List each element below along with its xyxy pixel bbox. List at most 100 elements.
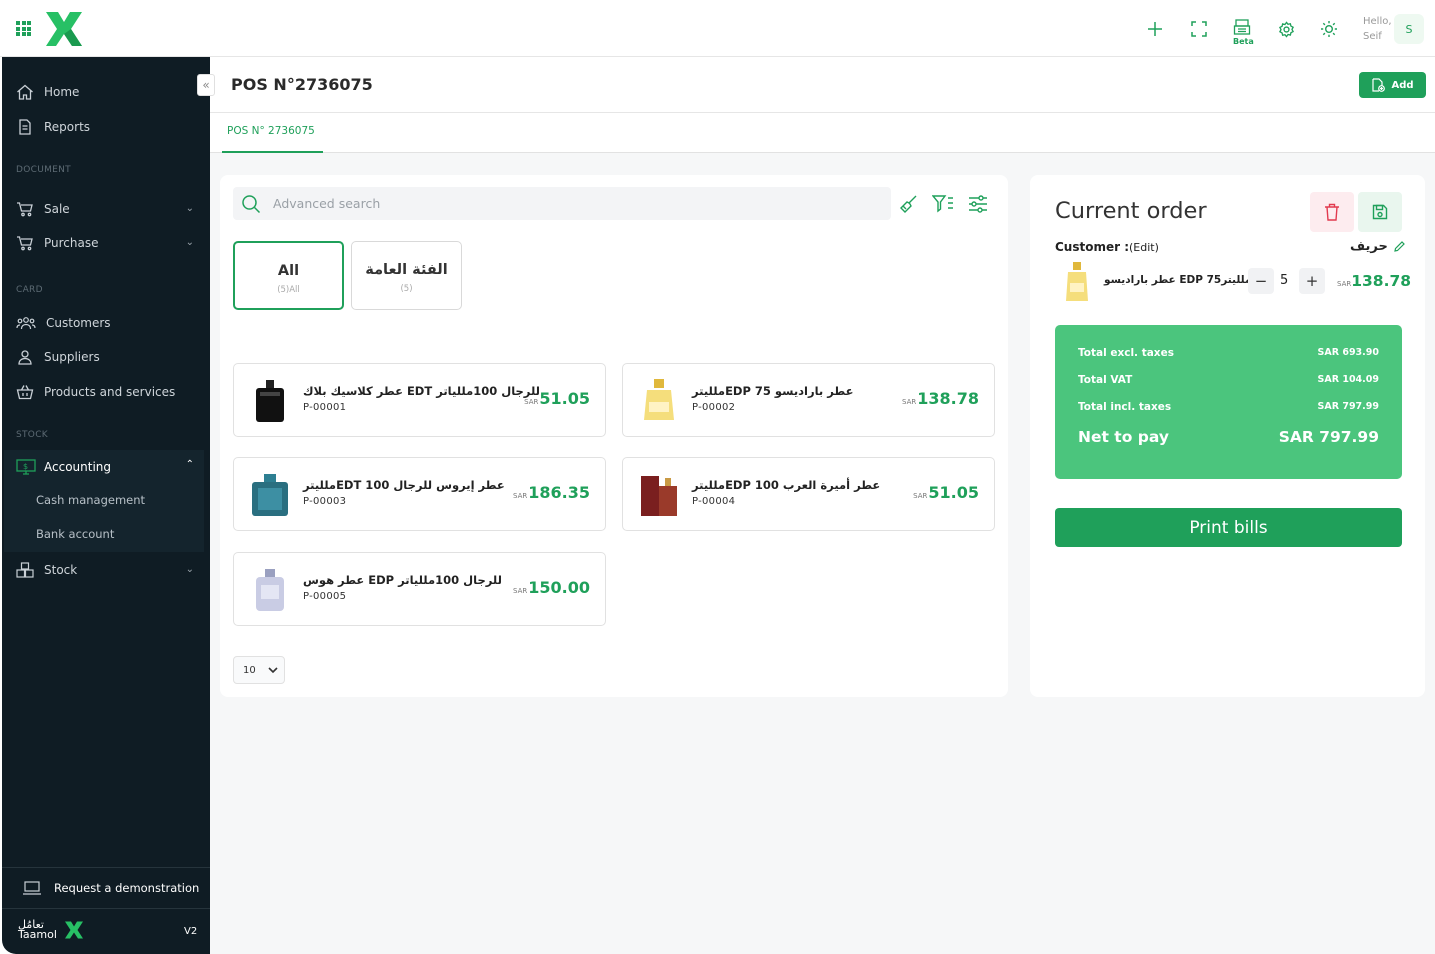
sidebar-item-label: Suppliers [44, 350, 100, 364]
perfume-blue-image [252, 474, 288, 516]
delete-order-button[interactable] [1310, 192, 1354, 232]
laptop-icon [23, 881, 41, 895]
total-excl-row: Total excl. taxes SAR 693.90 [1078, 347, 1379, 359]
order-line-qty[interactable]: 5 [1280, 273, 1288, 288]
product-code: P-00001 [303, 402, 347, 413]
add-button-label: Add [1391, 79, 1414, 91]
product-code: P-00004 [692, 496, 736, 507]
beta-badge: Beta [1233, 37, 1254, 46]
category-count: (5)All [277, 285, 300, 295]
brand-logo-small [64, 921, 83, 939]
page-title: POS N°2736075 [231, 75, 373, 94]
category-all[interactable]: All (5)All [233, 241, 344, 310]
perfume-gold-image [644, 379, 674, 420]
save-order-button[interactable] [1358, 192, 1402, 232]
perfume-red-image [641, 476, 677, 516]
perfume-silver-image [256, 569, 284, 611]
search-input[interactable] [273, 187, 873, 220]
product-card[interactable]: عطر أميرة العرب EDP 100ملليتر P-00004 SA… [622, 457, 995, 531]
accounting-group: $ Accounting ⌃ Cash management Bank acco… [4, 450, 204, 552]
order-title: Current order [1055, 198, 1207, 224]
sidebar-item-label: Reports [44, 120, 91, 134]
category-name: All [277, 263, 300, 279]
grid-icon[interactable] [16, 21, 31, 36]
sidebar-item-cash-management[interactable]: Cash management [36, 493, 145, 507]
sidebar-item-stock[interactable]: Stock ⌄ [16, 558, 196, 582]
product-name: عطر باراديسو EDP 75ملليتر [692, 384, 854, 398]
sidebar-item-label: Accounting [44, 460, 112, 474]
order-line-name: عطر باراديسو EDP 75ملليتر [1104, 274, 1252, 286]
per-page-value: 10 [243, 664, 256, 676]
document-icon [19, 119, 31, 135]
sliders-icon[interactable] [965, 191, 991, 217]
tab-pos[interactable]: POS N° 2736075 [227, 125, 315, 137]
user-greeting: Hello, Seif [1363, 16, 1392, 42]
sidebar-item-label: Products and services [44, 385, 176, 399]
product-price: SAR138.78 [902, 389, 979, 408]
pencil-icon [1394, 241, 1405, 252]
sidebar-item-sale[interactable]: Sale ⌄ [16, 197, 196, 221]
sidebar-item-home[interactable]: Home [16, 80, 196, 104]
brand-logo[interactable] [42, 8, 86, 50]
decrease-qty-button[interactable]: − [1248, 268, 1274, 294]
request-demo-button[interactable]: Request a demonstration [2, 867, 210, 909]
basket-icon [16, 385, 34, 400]
product-name: عطر إيروس للرجال EDT 100ملليتر [303, 478, 505, 492]
order-line-image [1066, 262, 1088, 301]
search-icon [242, 195, 261, 214]
version-label: V2 [184, 926, 198, 937]
sidebar-item-label: Home [44, 85, 80, 99]
sidebar-item-label: Sale [44, 202, 70, 216]
category-general[interactable]: الفئة العامة (5) [351, 241, 462, 310]
sidebar-item-products[interactable]: Products and services [16, 380, 196, 404]
fullscreen-icon[interactable] [1188, 18, 1210, 40]
product-price: SAR186.35 [513, 483, 590, 502]
svg-text:$: $ [23, 462, 28, 471]
sidebar-item-label: Customers [46, 316, 111, 330]
product-card[interactable]: للرجال 100مللياتر EDP عطر هوس P-00005 SA… [233, 552, 606, 626]
sidebar-item-reports[interactable]: Reports [16, 115, 196, 139]
chevron-down-icon: ⌄ [185, 203, 194, 214]
totals-box: Total excl. taxes SAR 693.90 Total VAT SAR… [1055, 325, 1402, 479]
increase-qty-button[interactable]: + [1299, 268, 1325, 294]
monitor-dollar-icon: $ [16, 459, 36, 475]
request-demo-label: Request a demonstration [54, 881, 200, 895]
chevron-down-icon [268, 666, 278, 673]
add-button[interactable]: Add [1359, 72, 1426, 98]
product-card[interactable]: عطر إيروس للرجال EDT 100ملليتر P-00003 S… [233, 457, 606, 531]
register-icon[interactable] [1231, 16, 1253, 38]
sidebar-item-purchase[interactable]: Purchase ⌄ [16, 231, 196, 255]
customer-edit-link[interactable]: (Edit) [1129, 241, 1159, 254]
search-bar [233, 187, 891, 220]
product-card[interactable]: عطر باراديسو EDP 75ملليتر P-00002 SAR138… [622, 363, 995, 437]
sidebar-item-accounting[interactable]: $ Accounting ⌃ [16, 456, 196, 478]
product-card[interactable]: للرجال 100مللياتر EDT عطر كلاسيك بلاك P-… [233, 363, 606, 437]
avatar[interactable]: S [1394, 14, 1424, 44]
sidebar-item-suppliers[interactable]: Suppliers [16, 345, 196, 369]
per-page-select[interactable]: 10 [233, 656, 285, 684]
users-icon [16, 317, 36, 330]
settings-icon[interactable] [1275, 18, 1297, 40]
plus-icon[interactable] [1144, 18, 1166, 40]
sun-icon[interactable] [1318, 18, 1340, 40]
print-bills-button[interactable]: Print bills [1055, 508, 1402, 547]
product-name: للرجال 100مللياتر EDP عطر هوس [303, 573, 502, 587]
sidebar-item-label: Purchase [44, 236, 99, 250]
section-title-card: CARD [16, 285, 43, 295]
customer-name[interactable]: حريف [1350, 239, 1405, 254]
product-price: SAR51.05 [524, 389, 590, 408]
sidebar-item-bank-account[interactable]: Bank account [36, 527, 114, 541]
order-line-price: SAR138.78 [1337, 272, 1412, 290]
home-icon [17, 84, 33, 100]
trash-icon [1325, 203, 1339, 221]
filter-list-icon[interactable] [930, 191, 956, 217]
save-icon [1372, 204, 1388, 220]
chevron-down-icon: ⌄ [185, 564, 194, 575]
sidebar-item-customers[interactable]: Customers [16, 311, 196, 335]
boxes-icon [16, 562, 34, 578]
product-price: SAR150.00 [513, 578, 590, 597]
product-name: للرجال 100مللياتر EDT عطر كلاسيك بلاك [303, 384, 540, 398]
product-code: P-00005 [303, 591, 347, 602]
broom-icon[interactable] [895, 191, 921, 217]
product-name: عطر أميرة العرب EDP 100ملليتر [692, 478, 881, 492]
